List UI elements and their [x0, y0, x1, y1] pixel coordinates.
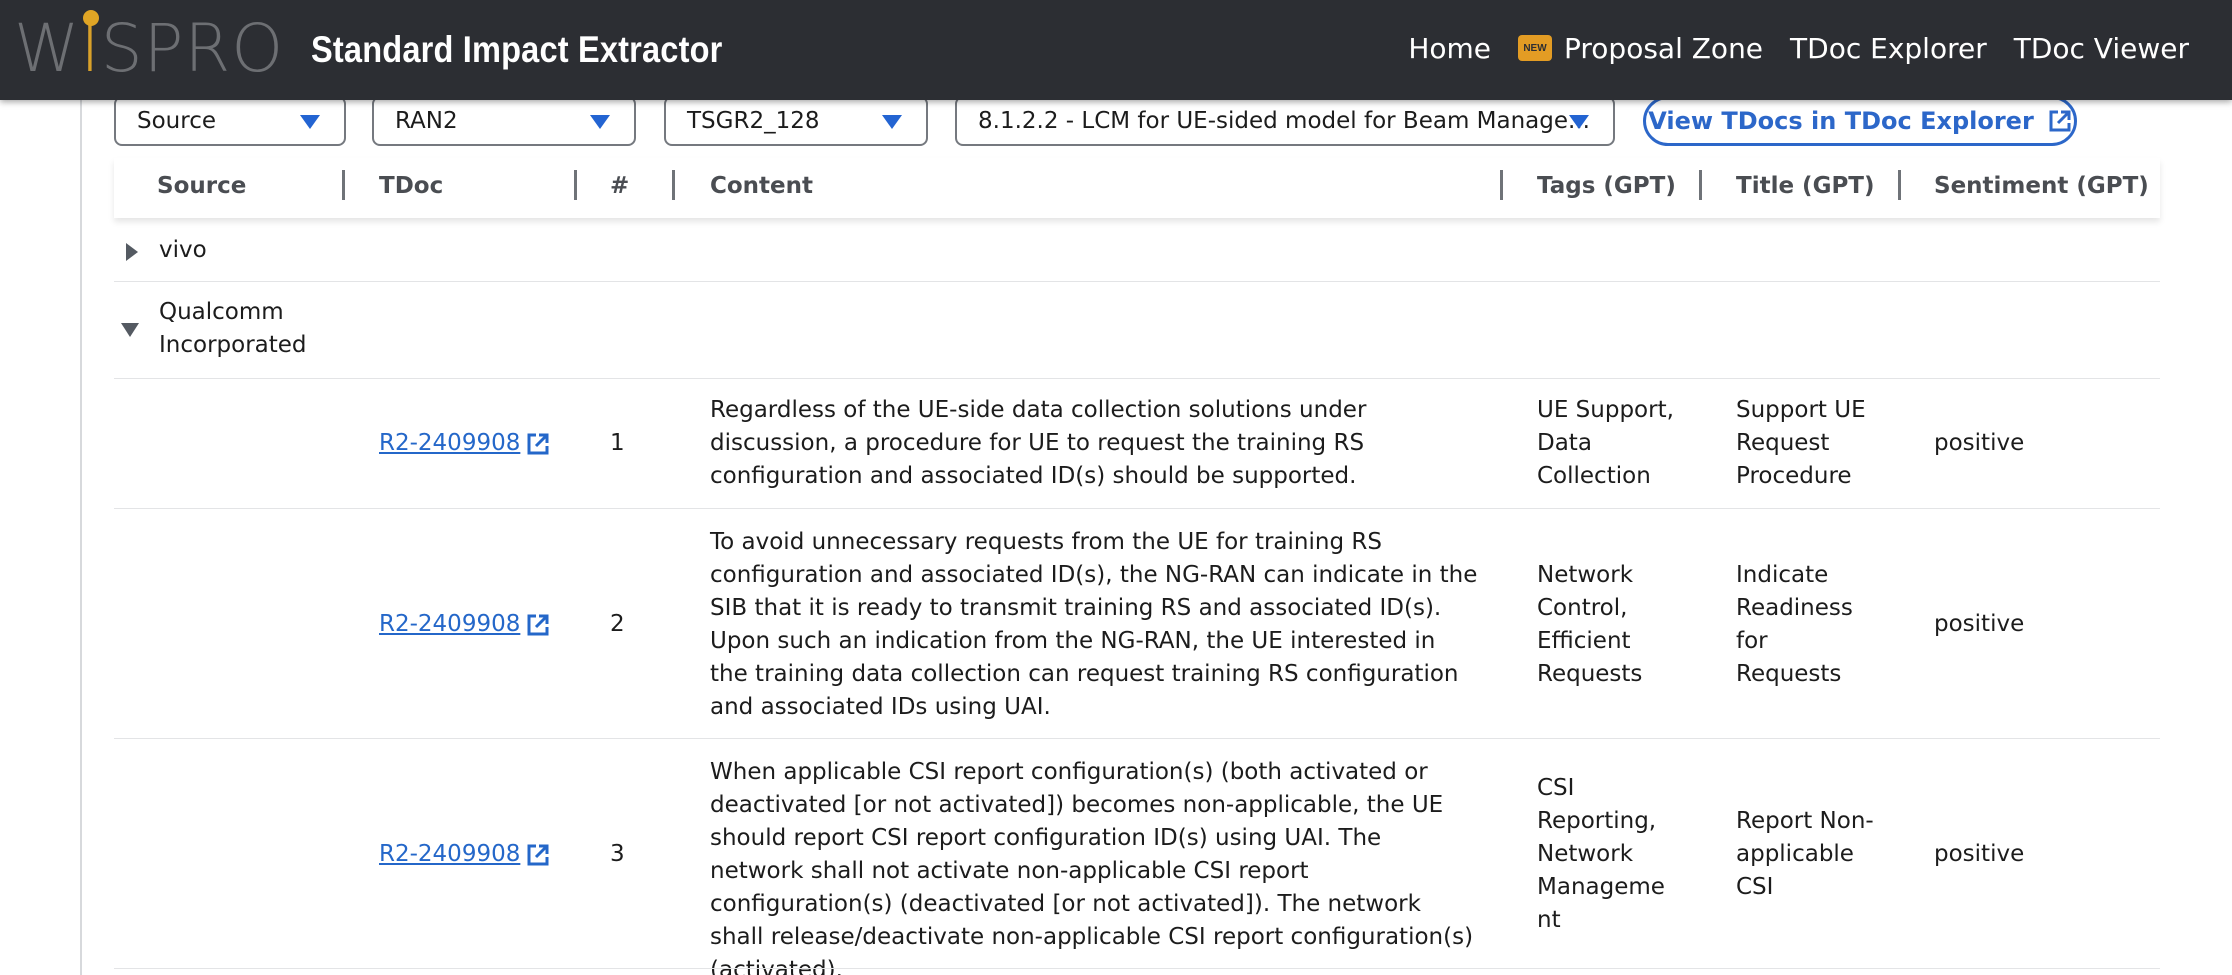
nav-tdoc-viewer[interactable]: TDoc Viewer — [2014, 32, 2189, 65]
tdoc-cell: R2-2409908 — [379, 608, 550, 641]
view-in-tdoc-explorer-button[interactable]: View TDocs in TDoc Explorer — [1643, 96, 2077, 146]
sentiment-cell: positive — [1934, 430, 2025, 456]
title-cell: Report Non-applicable CSI — [1736, 808, 1874, 900]
logo-i-figure: I — [80, 9, 101, 87]
agenda-select[interactable]: 8.1.2.2 - LCM for UE-sided model for Bea… — [955, 96, 1615, 146]
caret-down-icon — [1569, 115, 1589, 129]
column-resize-handle[interactable] — [574, 170, 577, 200]
external-link-icon — [526, 843, 550, 867]
col-header-source[interactable]: Source — [157, 158, 246, 214]
caret-down-icon — [300, 115, 320, 129]
row-divider — [114, 738, 2160, 739]
external-link-icon — [526, 432, 550, 456]
nav-home[interactable]: Home — [1408, 32, 1491, 65]
column-resize-handle[interactable] — [342, 170, 345, 200]
column-resize-handle[interactable] — [1898, 170, 1901, 200]
group-label: Qualcomm Incorporated — [159, 299, 307, 358]
nav-tdoc-explorer[interactable]: TDoc Explorer — [1790, 32, 1987, 65]
caret-down-icon — [882, 115, 902, 129]
group-row-vivo[interactable]: vivo — [114, 224, 2160, 280]
meeting-select[interactable]: TSGR2_128 — [664, 96, 928, 146]
row-number: 1 — [610, 430, 625, 456]
tdoc-link[interactable]: R2-2409908 — [379, 838, 550, 871]
external-link-icon — [526, 613, 550, 637]
wispro-logo[interactable]: W I SPRO — [14, 0, 284, 96]
new-badge-icon: NEW — [1518, 35, 1552, 61]
title-cell: Indicate Readiness for Requests — [1736, 562, 1853, 687]
tdoc-link[interactable]: R2-2409908 — [379, 427, 550, 460]
row-divider — [114, 378, 2160, 379]
sentiment-cell: positive — [1934, 611, 2025, 637]
tdoc-link[interactable]: R2-2409908 — [379, 608, 550, 641]
tags-cell: Network Control, Efficient Requests — [1537, 562, 1643, 687]
col-header-title[interactable]: Title (GPT) — [1736, 158, 1875, 214]
content-cell: When applicable CSI report configuration… — [710, 759, 1474, 975]
col-header-tags[interactable]: Tags (GPT) — [1537, 158, 1676, 214]
col-header-content[interactable]: Content — [710, 158, 813, 214]
row-divider — [114, 968, 2160, 969]
external-link-icon — [2048, 109, 2072, 133]
source-select[interactable]: Source — [114, 96, 346, 146]
title-cell: Support UE Request Procedure — [1736, 397, 1866, 489]
column-resize-handle[interactable] — [672, 170, 675, 200]
tags-cell: CSI Reporting, Network Manageme nt — [1537, 775, 1665, 933]
group-select[interactable]: RAN2 — [372, 96, 636, 146]
table-header: Source TDoc # Content Tags (GPT) Title (… — [114, 158, 2160, 218]
nav-proposal-zone[interactable]: NEW Proposal Zone — [1518, 32, 1763, 65]
row-number: 2 — [610, 611, 625, 637]
column-resize-handle[interactable] — [1500, 170, 1503, 200]
main-nav: Home NEW Proposal Zone TDoc Explorer TDo… — [1408, 0, 2189, 96]
row-divider — [114, 508, 2160, 509]
content-frame-border — [80, 100, 82, 975]
col-header-tdoc[interactable]: TDoc — [379, 158, 443, 214]
sentiment-cell: positive — [1934, 841, 2025, 867]
row-number: 3 — [610, 841, 625, 867]
column-resize-handle[interactable] — [1699, 170, 1702, 200]
col-header-sentiment[interactable]: Sentiment (GPT) — [1934, 158, 2149, 214]
group-row-qualcomm[interactable]: Qualcomm Incorporated — [114, 282, 2160, 378]
tdoc-cell: R2-2409908 — [379, 838, 550, 871]
content-cell: Regardless of the UE-side data collectio… — [710, 397, 1367, 489]
tags-cell: UE Support, Data Collection — [1537, 397, 1674, 489]
app-title: Standard Impact Extractor — [311, 29, 723, 70]
triangle-right-icon[interactable] — [126, 243, 138, 261]
col-header-number[interactable]: # — [610, 158, 629, 214]
tdoc-cell: R2-2409908 — [379, 427, 550, 460]
content-cell: To avoid unnecessary requests from the U… — [710, 529, 1478, 720]
caret-down-icon — [590, 115, 610, 129]
triangle-down-icon[interactable] — [121, 323, 139, 337]
top-nav-bar: W I SPRO Standard Impact Extractor Home NE… — [0, 0, 2232, 100]
group-label: vivo — [159, 237, 207, 263]
